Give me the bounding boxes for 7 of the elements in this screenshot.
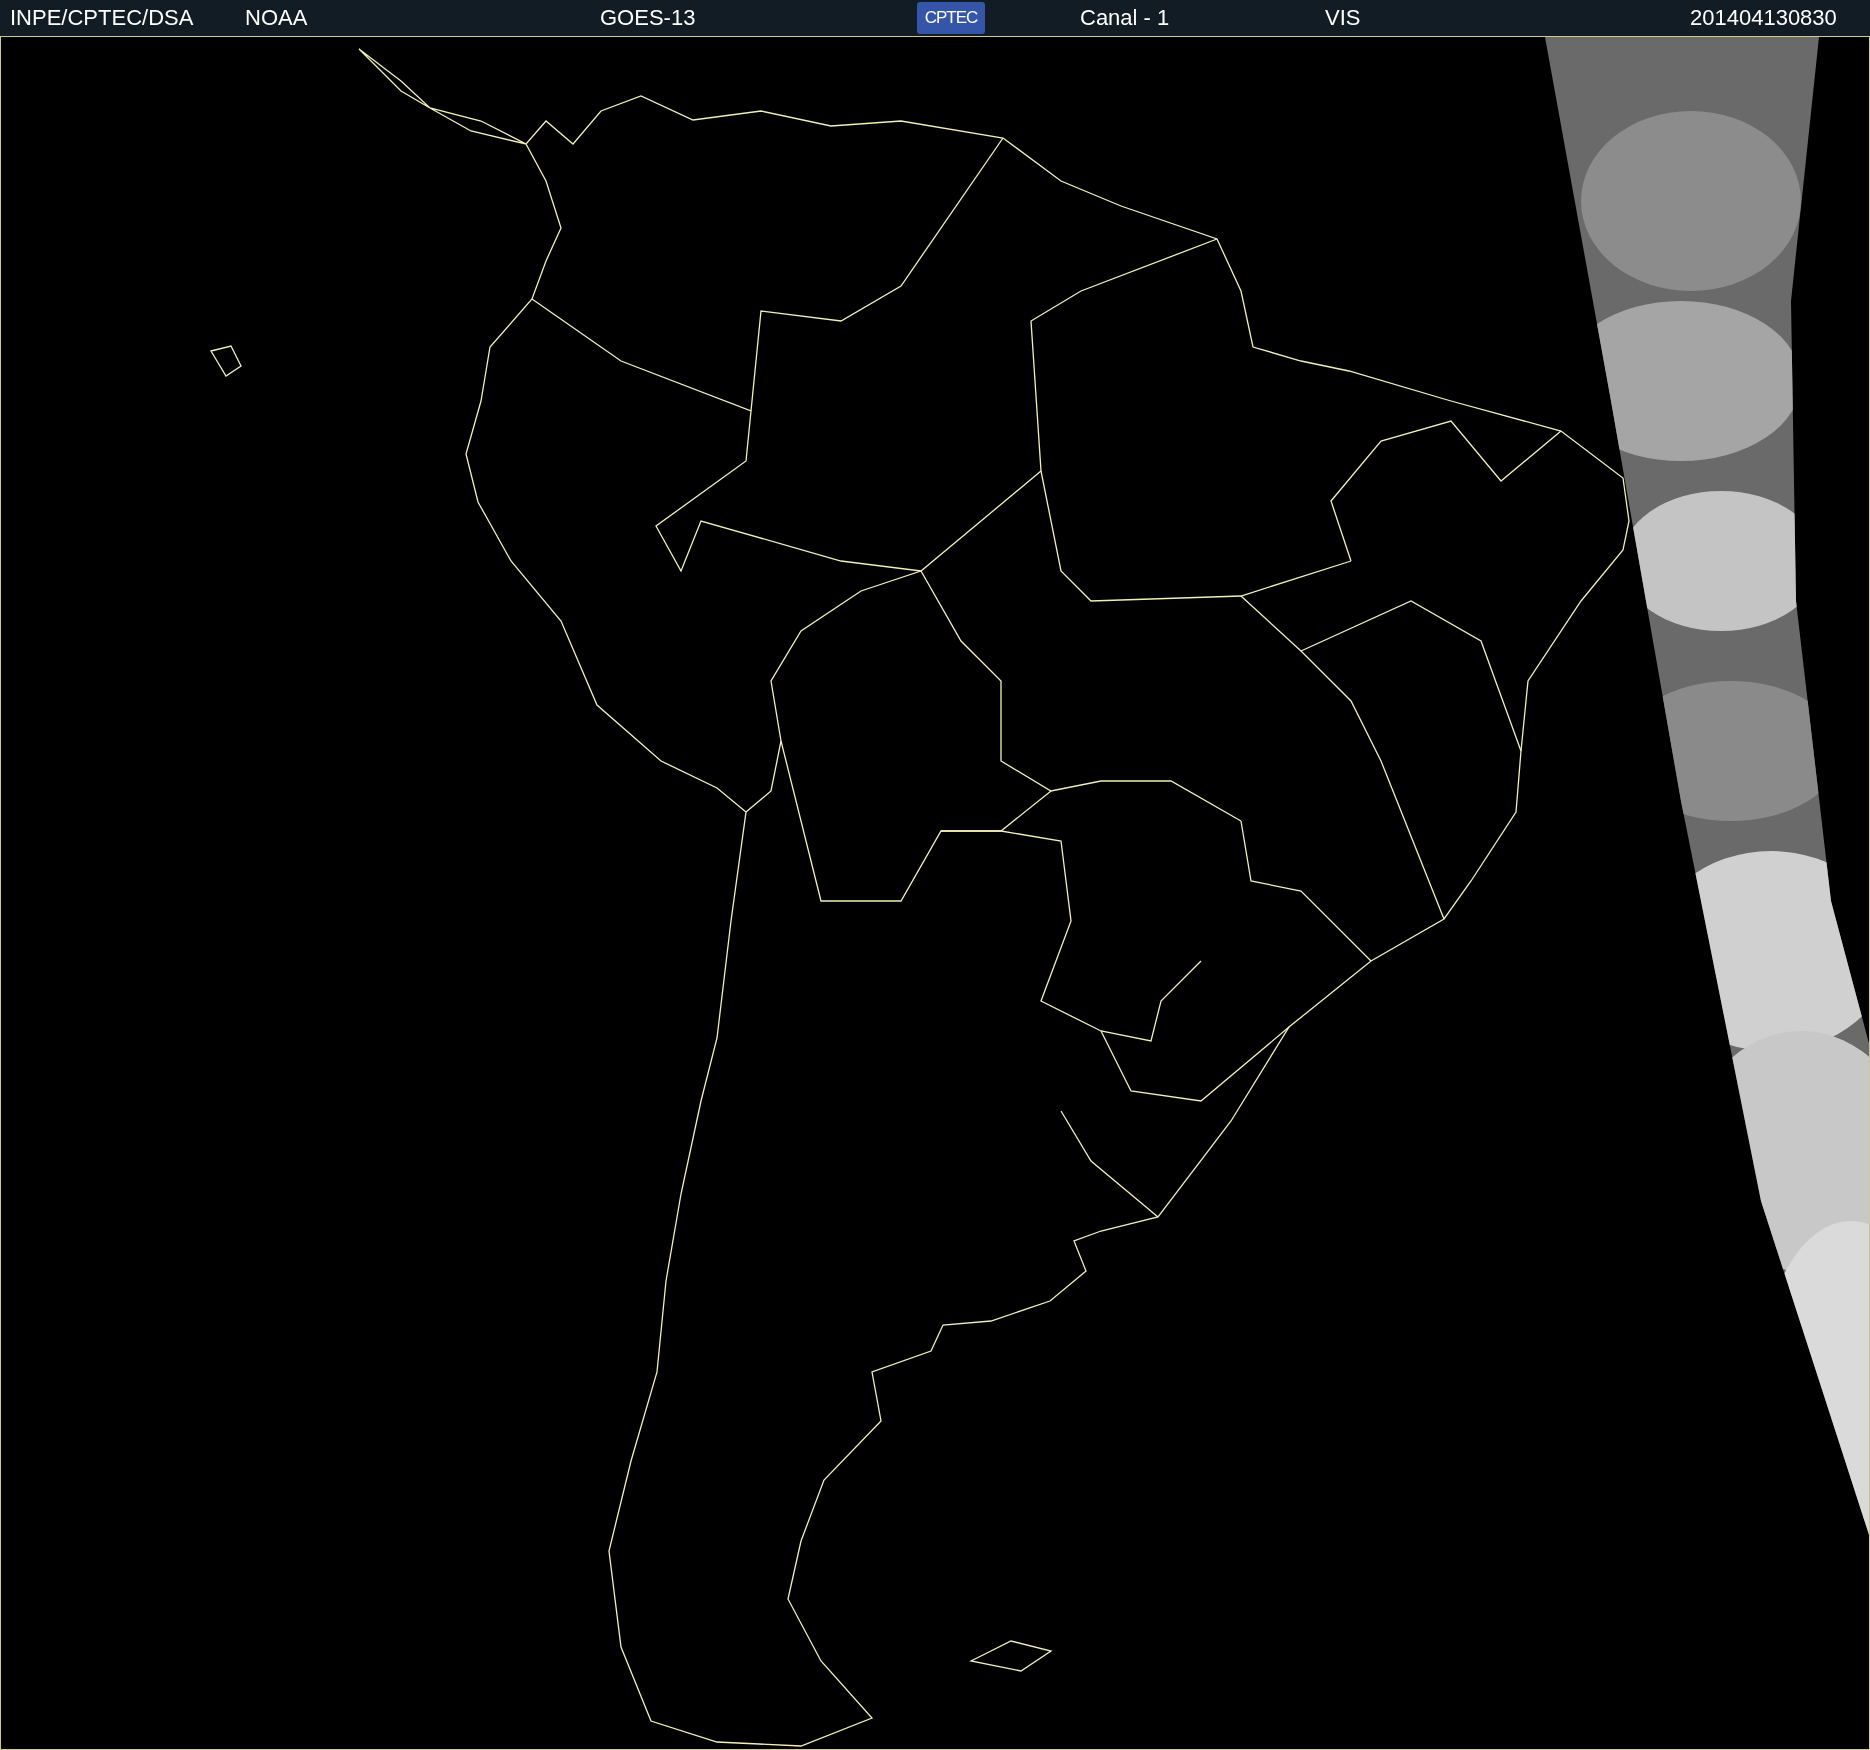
timestamp-label: 201404130830 xyxy=(1690,5,1837,31)
band-label: VIS xyxy=(1325,5,1362,31)
logo: CPTEC xyxy=(917,2,985,34)
agency-label: NOAA xyxy=(245,5,309,31)
channel-label: Canal - 1 xyxy=(1079,5,1171,31)
source-label: INPE/CPTEC/DSA xyxy=(10,5,195,31)
satellite-label: GOES-13 xyxy=(600,5,697,31)
